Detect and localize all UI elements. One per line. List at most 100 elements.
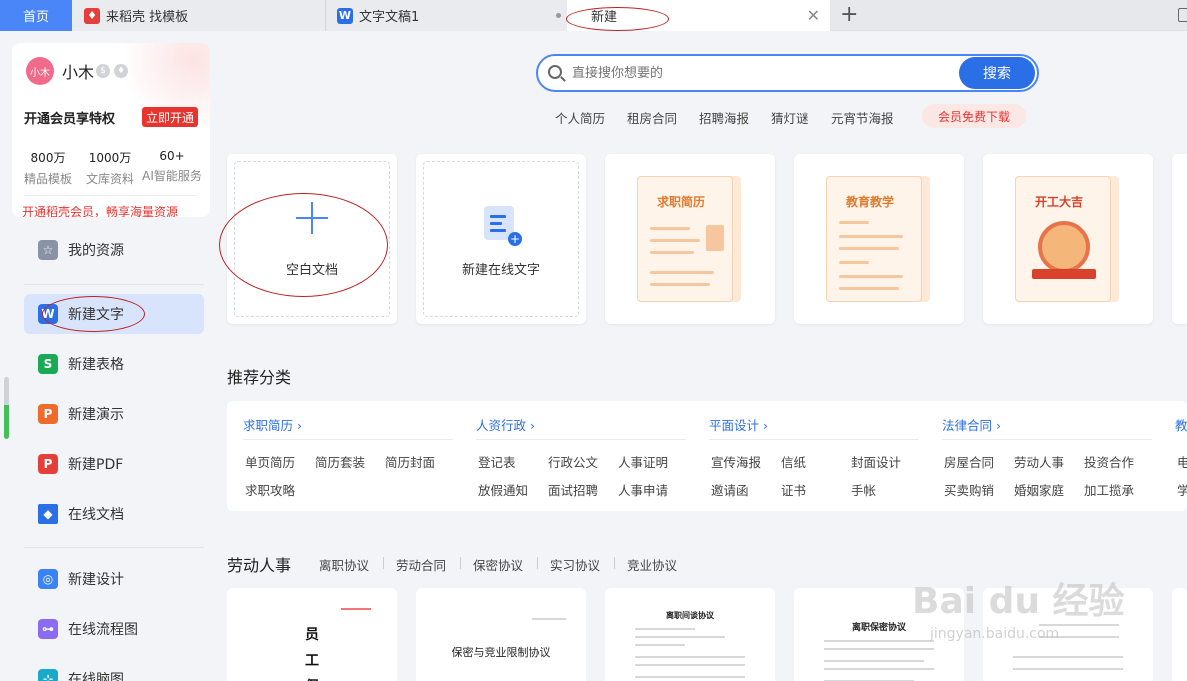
sidebar-item-new-text[interactable]: W 新建文字 (24, 294, 204, 334)
category-head-resume[interactable]: 求职简历 › (243, 415, 302, 434)
tab-daoke-label: 来稻壳 找模板 (106, 10, 189, 25)
hot-tag[interactable]: 个人简历 (555, 108, 605, 127)
scrollbar[interactable] (4, 377, 9, 439)
hot-tag[interactable]: 招聘海报 (699, 108, 749, 127)
tab-document[interactable]: W 文字文稿1 (327, 0, 567, 31)
thumbnail-paper: 求职简历 (637, 176, 733, 302)
labor-doc-card[interactable]: 员工保 (227, 588, 397, 681)
category-item[interactable]: 婚姻家庭 (1014, 480, 1064, 499)
category-item[interactable]: 简历套装 (315, 452, 365, 471)
new-tab-plus-icon[interactable]: + (840, 2, 858, 28)
blank-document-card[interactable]: 空白文档 (227, 154, 397, 324)
thumbnail-line (839, 275, 903, 278)
category-item[interactable]: 学 (1177, 480, 1187, 499)
category-head-law[interactable]: 法律合同 › (942, 415, 1001, 434)
tab-new[interactable]: 新建 ✕ (567, 0, 830, 31)
sidebar-item-flowchart[interactable]: ⊶ 在线流程图 (24, 609, 204, 649)
tab-daoke[interactable]: ♦ 来稻壳 找模板 (72, 0, 326, 31)
category-item[interactable]: 人事证明 (618, 452, 668, 471)
labor-tab[interactable]: 劳动合同 (396, 555, 446, 574)
labor-tab[interactable]: 竞业协议 (627, 555, 677, 574)
category-head-education[interactable]: 教 (1175, 415, 1187, 434)
category-item[interactable]: 手帐 (851, 480, 876, 499)
category-item[interactable]: 投资合作 (1084, 452, 1134, 471)
category-item[interactable]: 买卖购销 (944, 480, 994, 499)
category-item[interactable]: 信纸 (781, 452, 806, 471)
vip-open-button[interactable]: 立即开通 (142, 107, 198, 127)
vip-promo-link[interactable]: 开通稻壳会员，畅享海量资源 (22, 203, 178, 217)
hot-tag[interactable]: 元宵节海报 (831, 108, 894, 127)
level-badge-icon: ♦ (114, 64, 128, 78)
doc-page: 保密与竞业限制协议 (432, 596, 570, 681)
category-item[interactable]: 人事申请 (618, 480, 668, 499)
resume-template-card[interactable]: 求职简历 (605, 154, 775, 324)
category-item[interactable]: 简历封面 (385, 452, 435, 471)
labor-tab[interactable]: 离职协议 (319, 555, 369, 574)
category-item[interactable]: 登记表 (478, 452, 516, 471)
labor-tab[interactable]: 实习协议 (550, 555, 600, 574)
tab-home-label: 首页 (22, 10, 49, 25)
thumbnail-paper: 教育教学 (826, 176, 922, 302)
thumbnail-line (839, 221, 869, 224)
category-item[interactable]: 封面设计 (851, 452, 901, 471)
drum-icon (1038, 221, 1090, 273)
category-item[interactable]: 放假通知 (478, 480, 528, 499)
search-input[interactable] (572, 63, 952, 83)
hot-tag[interactable]: 猜灯谜 (771, 108, 809, 127)
design-icon: ◎ (38, 569, 58, 589)
thumbnail-paper: 开工大吉 (1015, 176, 1111, 302)
divider (243, 439, 453, 440)
baidu-watermark: Bai du 经验 (912, 581, 1125, 622)
hot-tag[interactable]: 租房合同 (627, 108, 677, 127)
writer-icon: W (38, 304, 58, 324)
vip-download-tag[interactable]: 会员免费下载 (922, 104, 1026, 128)
category-item[interactable]: 房屋合同 (944, 452, 994, 471)
category-item[interactable]: 面试招聘 (548, 480, 598, 499)
category-head-label: 法律合同 (942, 418, 993, 433)
sidebar-item-label: 新建表格 (68, 357, 124, 373)
sidebar-item-mindmap[interactable]: ⊹ 在线脑图 (24, 659, 204, 681)
stat-value: 1000万 (88, 151, 132, 165)
category-item[interactable]: 宣传海报 (711, 452, 761, 471)
category-item[interactable]: 单页简历 (245, 452, 295, 471)
stat-label: 文库资料 (85, 172, 134, 186)
labor-doc-card-partial[interactable] (1172, 588, 1187, 681)
chevron-right-icon: › (297, 418, 302, 433)
category-item[interactable]: 电 (1177, 452, 1187, 471)
category-item[interactable]: 求职攻略 (245, 480, 295, 499)
search-button[interactable]: 搜索 (959, 57, 1035, 89)
education-template-card[interactable]: 教育教学 (794, 154, 964, 324)
stat-label: AI智能服务 (142, 169, 202, 183)
labor-tab[interactable]: 保密协议 (473, 555, 523, 574)
category-item[interactable]: 行政公文 (548, 452, 598, 471)
sidebar-item-resources[interactable]: ☆ 我的资源 (24, 230, 204, 270)
doc-line (635, 628, 695, 630)
new-online-text-card[interactable]: + 新建在线文字 (416, 154, 586, 324)
sidebar-item-label: 新建设计 (68, 572, 124, 588)
sidebar-item-new-design[interactable]: ◎ 新建设计 (24, 559, 204, 599)
category-item[interactable]: 加工揽承 (1084, 480, 1134, 499)
close-icon[interactable]: ✕ (807, 6, 820, 25)
avatar[interactable]: 小木 (26, 57, 54, 85)
category-head-hr[interactable]: 人资行政 › (476, 415, 535, 434)
sidebar-item-new-sheet[interactable]: S 新建表格 (24, 344, 204, 384)
username: 小木 (62, 63, 95, 82)
sidebar-item-new-pdf[interactable]: P 新建PDF (24, 444, 204, 484)
labor-doc-card[interactable]: 保密与竞业限制协议 (416, 588, 586, 681)
category-item[interactable]: 劳动人事 (1014, 452, 1064, 471)
lucky-start-template-card[interactable]: 开工大吉 (983, 154, 1153, 324)
doc-line (824, 660, 924, 662)
baidu-watermark-url: jingyan.baidu.com (930, 626, 1060, 642)
window-icon[interactable] (1178, 8, 1187, 22)
search-box: 搜索 (536, 54, 1039, 92)
sidebar-item-new-presentation[interactable]: P 新建演示 (24, 394, 204, 434)
template-card-partial[interactable] (1172, 154, 1187, 324)
thumbnail-line (650, 227, 690, 230)
sidebar-item-online-doc[interactable]: ◆ 在线文档 (24, 494, 204, 534)
category-head-design[interactable]: 平面设计 › (709, 415, 768, 434)
category-item[interactable]: 邀请函 (711, 480, 749, 499)
tab-home[interactable]: 首页 (0, 0, 72, 31)
doc-line (824, 640, 934, 642)
category-item[interactable]: 证书 (781, 480, 806, 499)
labor-doc-card[interactable]: 离职间谈协议 (605, 588, 775, 681)
